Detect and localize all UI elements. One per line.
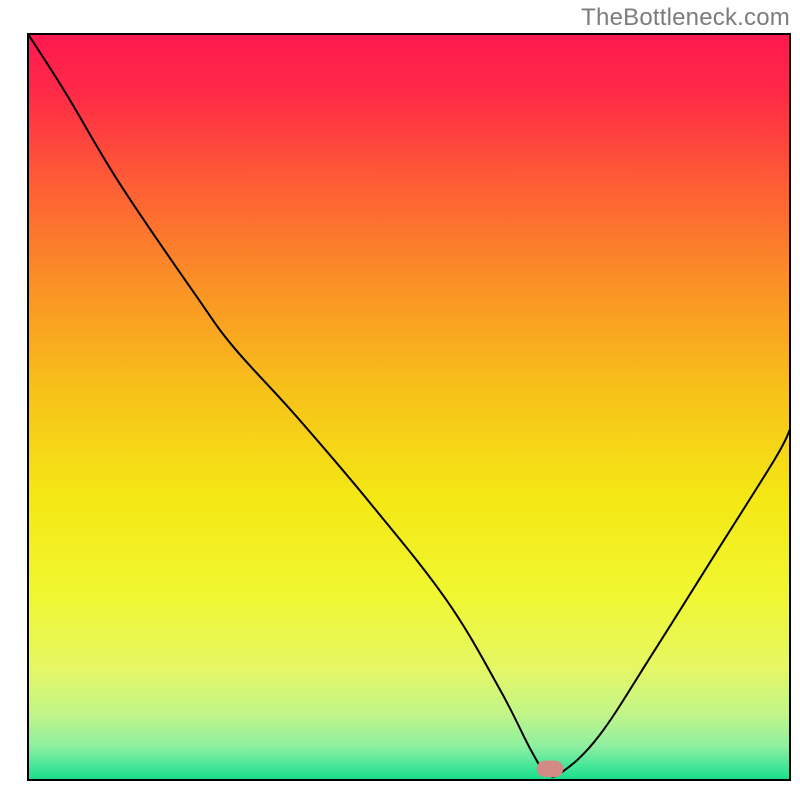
gradient-background <box>28 34 790 780</box>
optimal-marker <box>537 761 564 777</box>
bottleneck-chart <box>0 0 800 800</box>
watermark-text: TheBottleneck.com <box>581 4 790 32</box>
chart-container: TheBottleneck.com <box>0 0 800 800</box>
